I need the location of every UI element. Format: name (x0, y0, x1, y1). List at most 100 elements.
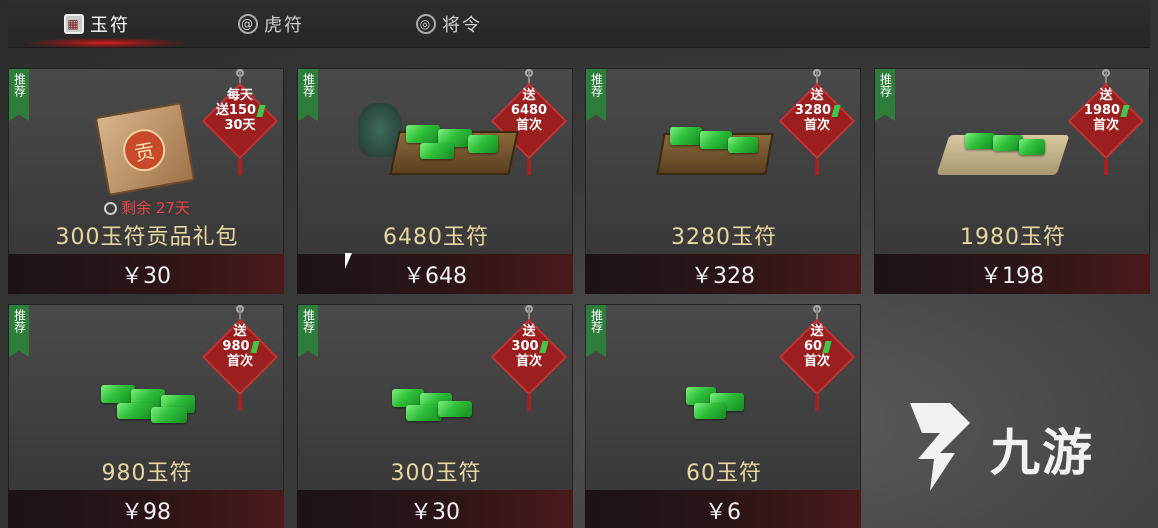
clock-icon (104, 202, 118, 215)
bonus-tag-text: 送 980 首次 (202, 324, 278, 369)
price-button[interactable]: ￥328 (585, 254, 861, 294)
tag-line-1: 送 (233, 324, 247, 339)
tab-label: 玉符 (90, 15, 130, 36)
tag-line-3: 首次 (803, 354, 830, 369)
tag-tassel (1104, 159, 1108, 175)
price-button[interactable]: ￥98 (8, 490, 284, 528)
ribbon-text: 推荐 (589, 309, 604, 333)
jade-ingot (420, 143, 454, 159)
tab-tiger[interactable]: @ 虎符 (238, 0, 304, 48)
product-name: 300玉符贡品礼包 (55, 225, 239, 250)
recommend-ribbon: 推荐 (298, 305, 318, 357)
seal-icon: 贡 (119, 125, 169, 175)
recommend-ribbon: 推荐 (9, 305, 29, 357)
jade-gem-icon (256, 104, 266, 117)
tag-line-3: 首次 (226, 354, 253, 369)
ribbon-text: 推荐 (878, 73, 893, 97)
jade-gem-icon (249, 340, 260, 353)
ribbon-text: 推荐 (589, 73, 604, 97)
jade-gem-icon (1120, 104, 1130, 117)
tag-line-2: 送150 (215, 103, 257, 118)
bonus-tag-text: 送 300 首次 (491, 324, 567, 369)
recommend-ribbon: 推荐 (298, 69, 318, 121)
recommend-ribbon: 推荐 (586, 69, 606, 121)
recommend-ribbon: 推荐 (586, 305, 606, 357)
tag-line-3: 30天 (224, 118, 256, 133)
tag-line-2: 980 (222, 339, 250, 354)
product-name: 6480玉符 (383, 225, 489, 250)
tag-line-1: 送 (522, 88, 536, 103)
product-name: 300玉符 (390, 461, 482, 486)
tag-line-3: 首次 (803, 118, 830, 133)
watermark-text: 九游 (990, 424, 1094, 482)
product-name: 1980玉符 (960, 225, 1066, 250)
jade-ingot (438, 401, 472, 417)
ribbon-text: 推荐 (12, 309, 27, 333)
product-card-1980[interactable]: 推荐 送 1980 首次 1980玉符 ￥198 (874, 68, 1150, 294)
product-card-6480[interactable]: 推荐 送 6480 首次 6480玉符 ￥648 (297, 68, 573, 294)
tag-line-1: 送 (810, 324, 824, 339)
tag-tassel (238, 395, 242, 411)
tag-line-3: 首次 (1092, 118, 1119, 133)
tag-line-2: 6480 (510, 103, 548, 118)
jade-tab-icon: ▦ (64, 14, 84, 34)
tab-bar: ▦ 玉符 @ 虎符 ◎ 将令 (8, 0, 1150, 48)
jade-ingot (117, 403, 153, 419)
product-card-60[interactable]: 推荐 送 60 首次 60玉符 ￥6 (585, 304, 861, 528)
tiger-tab-icon: @ (238, 14, 258, 34)
jade-ingot (468, 135, 498, 153)
ribbon-text: 推荐 (12, 73, 27, 97)
bonus-tag-text: 送 3280 首次 (779, 88, 855, 133)
tag-line-3: 首次 (515, 354, 542, 369)
recommend-ribbon: 推荐 (9, 69, 29, 121)
product-card-gift-pack[interactable]: 推荐 每天 送150 30天 贡 剩余 27天 300玉符贡品礼包 ￥30 (8, 68, 284, 294)
price-button[interactable]: ￥648 (297, 254, 573, 294)
tab-label: 将令 (442, 15, 482, 36)
jade-ingot (1019, 139, 1045, 155)
bonus-tag-text: 送 60 首次 (779, 324, 855, 369)
bonus-tag-text: 送 6480 首次 (491, 88, 567, 133)
ribbon-text: 推荐 (301, 309, 316, 333)
tag-line-2: 1980 (1083, 103, 1121, 118)
product-card-980[interactable]: 推荐 送 980 首次 980玉符 ￥98 (8, 304, 284, 528)
tag-tassel (527, 395, 531, 411)
price-button[interactable]: ￥30 (8, 254, 284, 294)
remaining-time: 剩余 27天 (9, 197, 285, 218)
gift-pack-image: 贡 (94, 101, 196, 197)
tag-tassel (815, 395, 819, 411)
tag-tassel (527, 159, 531, 175)
jade-gem-icon (538, 340, 549, 353)
timer-text: 剩余 27天 (121, 199, 190, 217)
tag-line-1: 送 (522, 324, 536, 339)
tab-label: 虎符 (264, 15, 304, 36)
product-card-3280[interactable]: 推荐 送 3280 首次 3280玉符 ￥328 (585, 68, 861, 294)
jade-ingot (406, 125, 440, 143)
jade-ingot (728, 137, 758, 153)
recommend-ribbon: 推荐 (875, 69, 895, 121)
product-name: 980玉符 (101, 461, 193, 486)
bonus-tag-text: 送 1980 首次 (1068, 88, 1144, 133)
bonus-tag-text: 每天 送150 30天 (202, 88, 278, 133)
jade-ingot (101, 385, 135, 403)
tab-jade[interactable]: ▦ 玉符 (64, 0, 130, 48)
price-button[interactable]: ￥198 (874, 254, 1150, 294)
product-card-300[interactable]: 推荐 送 300 首次 300玉符 ￥30 (297, 304, 573, 528)
jade-gem-icon (831, 104, 841, 117)
price-button[interactable]: ￥6 (585, 490, 861, 528)
mouse-cursor (345, 253, 352, 269)
product-name: 60玉符 (686, 461, 762, 486)
tab-order[interactable]: ◎ 将令 (416, 0, 482, 48)
jade-gem-icon (822, 340, 832, 353)
tag-line-1: 每天 (226, 88, 253, 103)
jade-ingot (151, 407, 187, 423)
ribbon-text: 推荐 (301, 73, 316, 97)
tag-line-2: 3280 (794, 103, 832, 118)
nine-game-logo-icon (910, 403, 970, 491)
order-tab-icon: ◎ (416, 14, 436, 34)
jade-ingot (670, 127, 702, 145)
price-button[interactable]: ￥30 (297, 490, 573, 528)
tag-tassel (815, 159, 819, 175)
tag-line-1: 送 (810, 88, 824, 103)
tag-tassel (238, 159, 242, 175)
tag-line-2: 300 (511, 339, 539, 354)
